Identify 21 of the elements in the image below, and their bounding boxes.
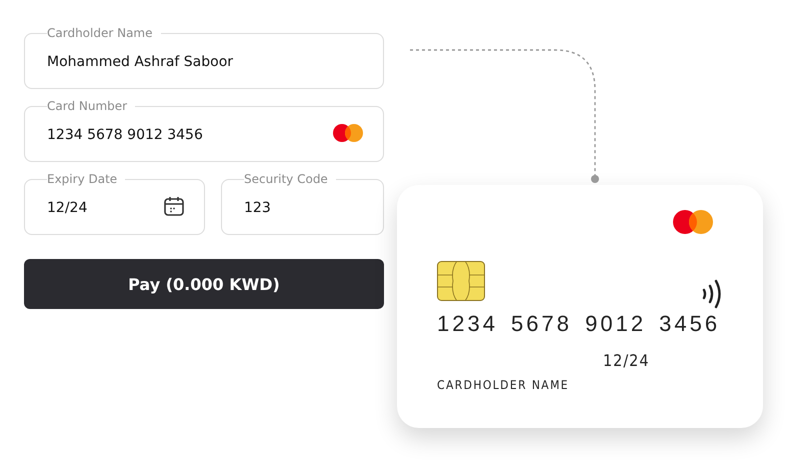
pay-button[interactable]: Pay (0.000 KWD) xyxy=(24,259,384,309)
field-value: 1234 5678 9012 3456 xyxy=(47,126,204,143)
card-number: 1234 5678 9012 3456 xyxy=(437,311,722,337)
input-field[interactable]: Expiry Date 12/24 xyxy=(24,172,205,235)
field-label: Security Code xyxy=(244,172,329,186)
field-value: Mohammed Ashraf Saboor xyxy=(47,53,234,70)
field-value: 12/24 xyxy=(47,199,88,216)
input-field[interactable]: Cardholder Name Mohammed Ashraf Saboor xyxy=(24,26,384,89)
cardholder-name: CARDHOLDER NAME xyxy=(437,378,570,392)
field-label: Cardholder Name xyxy=(47,26,154,40)
mastercard-logo-icon xyxy=(332,123,364,143)
field-label: Expiry Date xyxy=(47,172,118,186)
calendar-icon[interactable] xyxy=(163,195,185,217)
contactless-icon xyxy=(701,277,723,311)
chip-icon xyxy=(437,261,485,301)
expiry-date: 12/24 xyxy=(603,351,650,370)
input-field[interactable]: Security Code 123 xyxy=(221,172,384,235)
mastercard-logo-icon xyxy=(672,209,714,235)
field-value: 123 xyxy=(244,199,272,216)
field-label: Card Number xyxy=(47,99,128,113)
input-field[interactable]: Card Number 1234 5678 9012 3456 xyxy=(24,99,384,162)
